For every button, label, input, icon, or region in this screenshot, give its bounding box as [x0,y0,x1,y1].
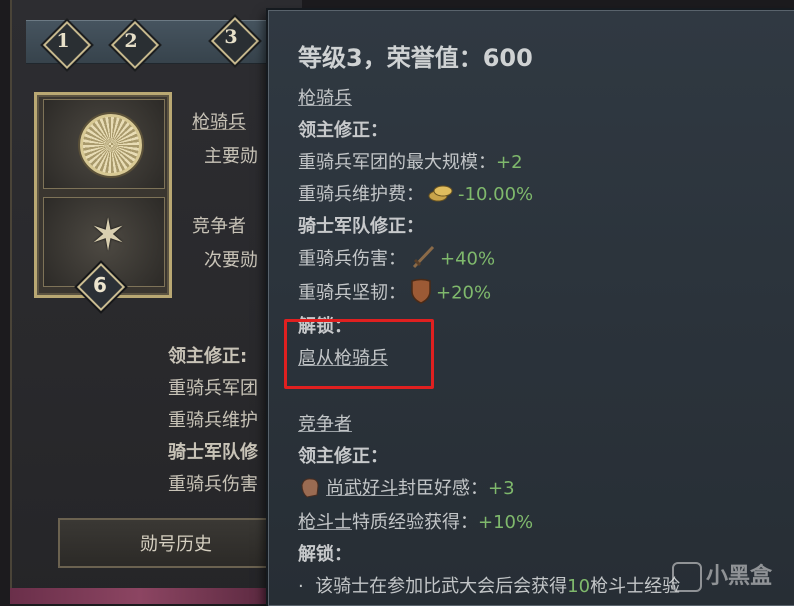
section1-name-link[interactable]: 枪骑兵 [298,84,352,110]
section1-knight-header: 骑士军队修正： [298,216,424,237]
modifier-label: 重骑兵坚韧： [298,282,406,304]
fist-icon [298,475,322,504]
rank-2-label: 2 [124,30,138,52]
watermark: 小黑盒 [672,558,772,592]
watermark-logo-icon [672,562,702,592]
left-knight-line: 重骑兵伤害 [168,474,258,495]
modifier-value: +3 [488,478,515,499]
modifier-value: +2 [496,152,523,173]
modifier-value: +20% [436,282,492,304]
shield-icon [410,278,432,309]
modifier-label: 重骑兵军团的最大规模： [298,152,496,173]
section2-name-link[interactable]: 竞争者 [298,410,352,436]
rank-1-label: 1 [56,30,70,52]
tooltip-title: 等级3，荣誉值：600 [298,44,533,72]
section1-lord-header: 领主修正： [298,120,388,141]
lance-medal-icon [80,114,142,176]
toughness-modifier: 重骑兵坚韧： +20% [298,278,491,309]
modifier-label: 特质经验获得： [352,512,478,533]
secondary-honor-sub: 次要勋 [204,250,258,271]
background-strip [10,588,270,604]
modifier-value: +40% [440,248,496,270]
tournament-unlock-line: · 该骑士在参加比武大会后会获得10枪斗士经验 [298,572,680,598]
modifier-label: 重骑兵维护费： [298,184,424,205]
primary-honor-sub: 主要勋 [204,146,258,167]
left-lord-header: 领主修正: [168,346,248,367]
modifier-value: +10% [478,512,534,533]
unlock-highlight-box [284,319,434,389]
gold-coins-icon [428,183,454,208]
unlock-text: 该骑士在参加比武大会后会获得 [315,576,568,597]
max-size-modifier: 重骑兵军团的最大规模：+2 [298,148,523,174]
left-modifier-line: 重骑兵军团 [168,378,258,399]
section2-lord-header: 领主修正： [298,446,388,467]
modifier-value: -10.00% [458,184,534,205]
damage-modifier: 重骑兵伤害： +40% [298,244,495,275]
primary-honor-name[interactable]: 枪骑兵 [192,108,246,134]
bullet: · [298,576,316,597]
modifier-label: 封臣好感： [398,478,488,499]
star-medal-icon: ✶ [89,210,127,261]
section2-unlock-header: 解锁： [298,544,352,565]
jouster-trait-link[interactable]: 枪斗士 [298,512,352,533]
left-knight-header: 骑士军队修 [168,442,258,463]
vassal-opinion-modifier: 尚武好斗封臣好感：+3 [298,474,515,504]
watermark-text: 小黑盒 [706,564,773,589]
modifier-label: 重骑兵伤害： [298,248,406,270]
rank-3-label: 3 [224,26,238,48]
heraldry-panel [10,0,302,604]
level-number: 6 [93,273,107,297]
left-modifier-line: 重骑兵维护 [168,410,258,431]
trait-xp-modifier: 枪斗士特质经验获得：+10% [298,508,533,534]
martial-trait-link[interactable]: 尚武好斗 [326,478,398,499]
sword-icon [410,244,436,275]
honor-history-button[interactable]: 勋号历史 [58,518,294,568]
upkeep-modifier: 重骑兵维护费： -10.00% [298,180,533,208]
unlock-text: 枪斗士经验 [590,576,681,597]
unlock-value: 10 [567,576,591,597]
primary-honor-slot[interactable] [43,99,165,189]
secondary-honor-name[interactable]: 竞争者 [192,212,246,238]
